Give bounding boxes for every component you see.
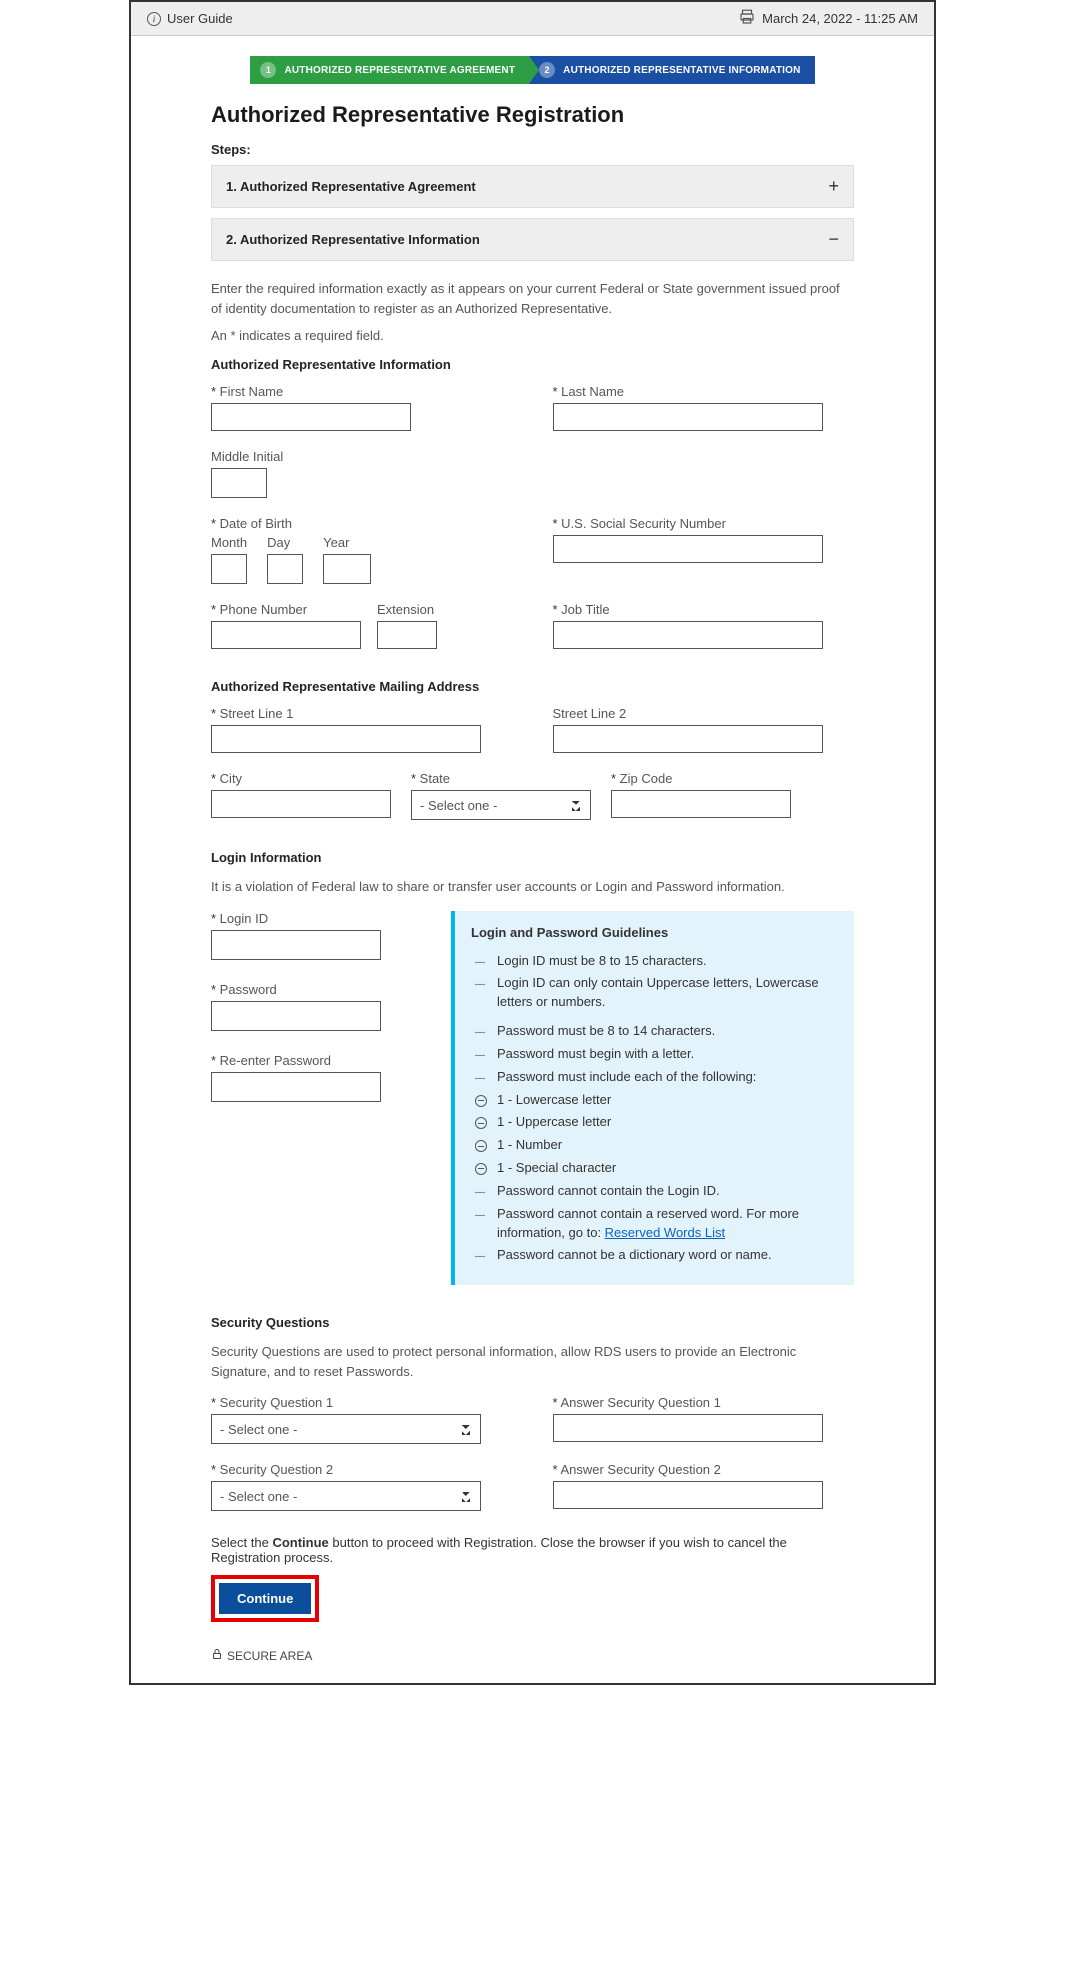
login-id-label: Login ID [211, 911, 421, 926]
phone-input[interactable] [211, 621, 361, 649]
city-label: City [211, 771, 391, 786]
guideline-item: Password must begin with a letter. [475, 1045, 838, 1064]
guideline-item: Password must include each of the follow… [475, 1068, 838, 1087]
dob-label: Date of Birth [211, 516, 513, 531]
continue-note: Select the Continue button to proceed wi… [211, 1535, 854, 1565]
guideline-subitem: 1 - Uppercase letter [475, 1113, 838, 1132]
sq1-label: Security Question 1 [211, 1395, 513, 1410]
section-personal-head: Authorized Representative Information [211, 357, 854, 372]
phone-label: Phone Number [211, 602, 361, 617]
first-name-input[interactable] [211, 403, 411, 431]
reserved-words-link[interactable]: Reserved Words List [605, 1225, 725, 1240]
lock-icon [211, 1648, 223, 1663]
day-label: Day [267, 535, 303, 550]
dob-year-input[interactable] [323, 554, 371, 584]
guideline-subitem: 1 - Lowercase letter [475, 1091, 838, 1110]
state-label: State [411, 771, 591, 786]
guideline-item: Password cannot contain the Login ID. [475, 1182, 838, 1201]
street2-input[interactable] [553, 725, 823, 753]
year-label: Year [323, 535, 371, 550]
extension-input[interactable] [377, 621, 437, 649]
guidelines-title: Login and Password Guidelines [471, 925, 838, 940]
accordion-step-2[interactable]: 2. Authorized Representative Information… [211, 218, 854, 261]
sq2-label: Security Question 2 [211, 1462, 513, 1477]
street1-input[interactable] [211, 725, 481, 753]
guideline-item: Password must be 8 to 14 characters. [475, 1022, 838, 1041]
minus-icon: − [828, 229, 839, 250]
ans2-input[interactable] [553, 1481, 823, 1509]
plus-icon: + [828, 176, 839, 197]
dob-day-input[interactable] [267, 554, 303, 584]
last-name-label: Last Name [553, 384, 855, 399]
guideline-item: Login ID must be 8 to 15 characters. [475, 952, 838, 971]
section-mailing-head: Authorized Representative Mailing Addres… [211, 679, 854, 694]
street2-label: Street Line 2 [553, 706, 855, 721]
guideline-subitem: 1 - Number [475, 1136, 838, 1155]
sq1-select[interactable]: - Select one - [211, 1414, 481, 1444]
guidelines-panel: Login and Password Guidelines Login ID m… [451, 911, 854, 1286]
step-1: 1 AUTHORIZED REPRESENTATIVE AGREEMENT [250, 56, 529, 84]
sq2-select[interactable]: - Select one - [211, 1481, 481, 1511]
info-icon: i [147, 12, 161, 26]
accordion-step-1-label: 1. Authorized Representative Agreement [226, 179, 476, 194]
section-login-head: Login Information [211, 850, 854, 865]
middle-initial-input[interactable] [211, 468, 267, 498]
user-guide-link[interactable]: User Guide [167, 11, 233, 26]
password-input[interactable] [211, 1001, 381, 1031]
guideline-item: Password cannot be a dictionary word or … [475, 1246, 838, 1265]
middle-initial-label: Middle Initial [211, 449, 513, 464]
guideline-item: Password cannot contain a reserved word.… [475, 1205, 838, 1243]
security-questions-note: Security Questions are used to protect p… [211, 1342, 854, 1381]
extension-label: Extension [377, 602, 437, 617]
ans1-label: Answer Security Question 1 [553, 1395, 855, 1410]
page-title: Authorized Representative Registration [211, 102, 854, 128]
street1-label: Street Line 1 [211, 706, 513, 721]
ssn-label: U.S. Social Security Number [553, 516, 855, 531]
accordion-step-2-label: 2. Authorized Representative Information [226, 232, 480, 247]
ans1-input[interactable] [553, 1414, 823, 1442]
job-title-label: Job Title [553, 602, 855, 617]
continue-button[interactable]: Continue [219, 1583, 311, 1614]
zip-input[interactable] [611, 790, 791, 818]
section-security-head: Security Questions [211, 1315, 854, 1330]
steps-label: Steps: [211, 142, 854, 157]
login-id-input[interactable] [211, 930, 381, 960]
first-name-label: First Name [211, 384, 513, 399]
last-name-input[interactable] [553, 403, 823, 431]
job-title-input[interactable] [553, 621, 823, 649]
continue-highlight: Continue [211, 1575, 319, 1622]
required-note: An * indicates a required field. [211, 328, 854, 343]
login-law-note: It is a violation of Federal law to shar… [211, 877, 854, 897]
guideline-subitem: 1 - Special character [475, 1159, 838, 1178]
state-select[interactable]: - Select one - [411, 790, 591, 820]
guideline-item: Login ID can only contain Uppercase lett… [475, 974, 838, 1012]
step-2: 2 AUTHORIZED REPRESENTATIVE INFORMATION [529, 56, 814, 84]
reenter-password-label: Re-enter Password [211, 1053, 421, 1068]
instructions-text: Enter the required information exactly a… [211, 279, 854, 318]
month-label: Month [211, 535, 247, 550]
ssn-input[interactable] [553, 535, 823, 563]
accordion-step-1[interactable]: 1. Authorized Representative Agreement + [211, 165, 854, 208]
print-icon[interactable] [738, 8, 756, 29]
datetime-text: March 24, 2022 - 11:25 AM [762, 11, 918, 26]
stepper: 1 AUTHORIZED REPRESENTATIVE AGREEMENT 2 … [211, 56, 854, 84]
zip-label: Zip Code [611, 771, 791, 786]
secure-area: SECURE AREA [211, 1648, 854, 1663]
topbar: i User Guide March 24, 2022 - 11:25 AM [131, 2, 934, 36]
reenter-password-input[interactable] [211, 1072, 381, 1102]
dob-month-input[interactable] [211, 554, 247, 584]
city-input[interactable] [211, 790, 391, 818]
password-label: Password [211, 982, 421, 997]
ans2-label: Answer Security Question 2 [553, 1462, 855, 1477]
